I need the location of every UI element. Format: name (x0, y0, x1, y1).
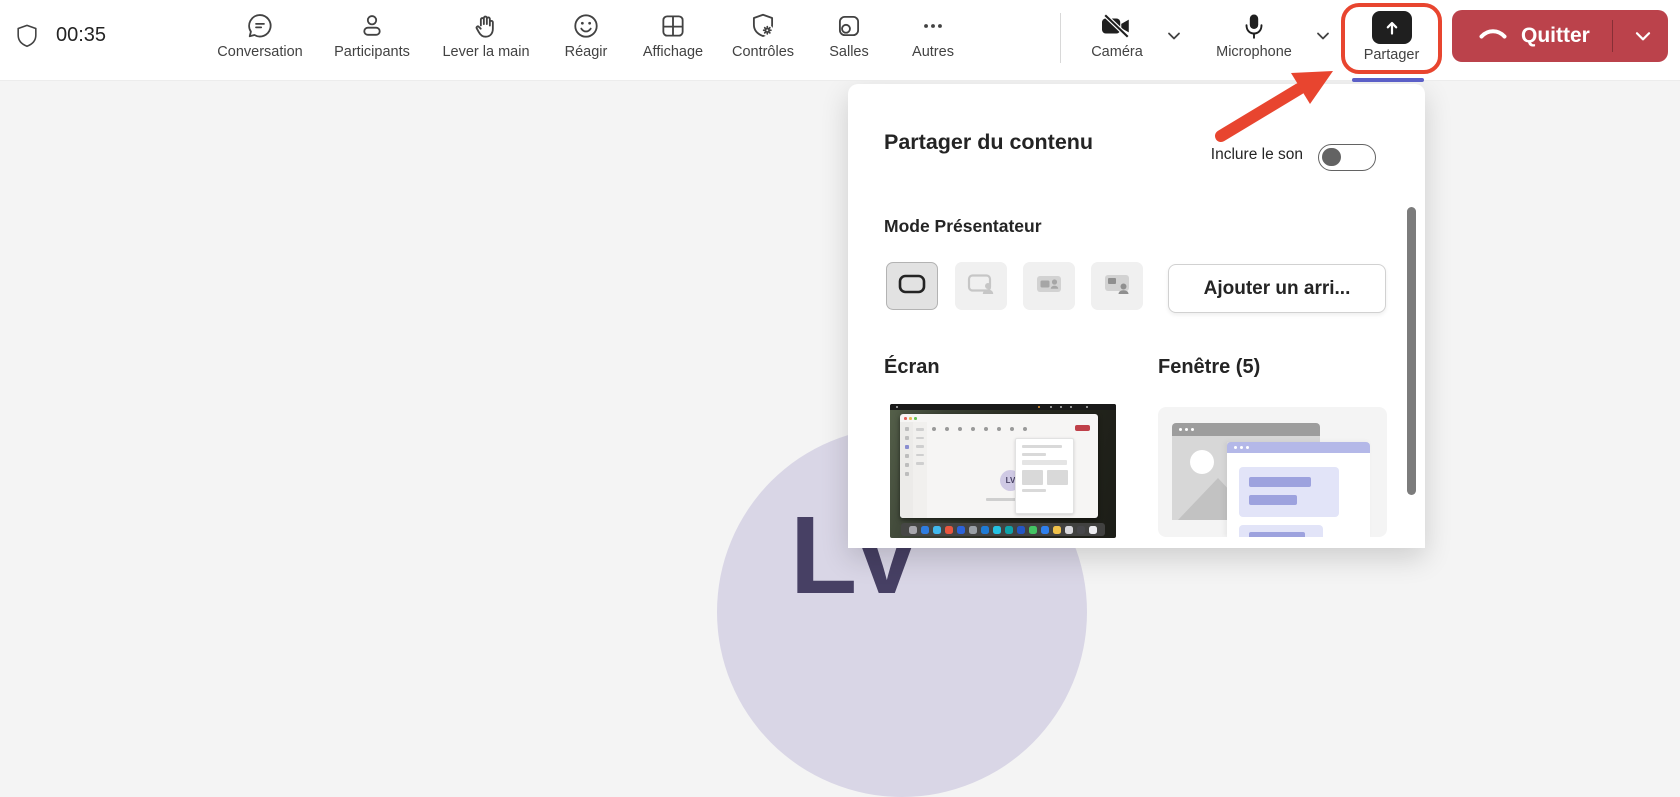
microphone-chevron-down-icon[interactable] (1313, 26, 1333, 51)
side-by-side-icon (1102, 272, 1132, 301)
toolbar-item-label: Autres (877, 44, 989, 60)
mini-notification-dot (1038, 406, 1040, 408)
leave-chevron-down-icon[interactable] (1632, 27, 1654, 50)
mini-menu-icon (1060, 406, 1062, 408)
mini-teams-window: LV (900, 414, 1098, 518)
presenter-mode-content-only[interactable] (886, 262, 938, 310)
dock (901, 523, 1105, 536)
dock-app-icon (969, 526, 977, 534)
dock-app-icon (909, 526, 917, 534)
window-share-thumbnail[interactable] (1158, 407, 1387, 537)
dock-app-icon (1053, 526, 1061, 534)
toggle-knob (1322, 148, 1341, 167)
raised-hand-icon (430, 9, 542, 43)
camera-chevron-down-icon[interactable] (1164, 26, 1184, 51)
mini-menu-icon (1050, 406, 1052, 408)
leave-label: Quitter (1521, 24, 1590, 48)
window-section-label: Fenêtre (5) (1158, 356, 1260, 379)
dock-app-icon (945, 526, 953, 534)
include-sound-toggle[interactable] (1318, 144, 1376, 171)
leave-divider (1612, 20, 1613, 52)
mini-quit-button (1075, 425, 1090, 431)
person-icon (316, 9, 428, 43)
presenter-mode-side-by-side[interactable] (1091, 262, 1143, 310)
content-only-icon (897, 272, 927, 301)
screen-share-thumbnail[interactable]: LV (890, 404, 1116, 538)
dock-app-icon (921, 526, 929, 534)
mini-app-rail (900, 422, 913, 518)
mini-close-dot (904, 417, 907, 420)
toolbar-item-participants[interactable]: Participants (316, 9, 428, 60)
share-highlight-annotation (1341, 3, 1442, 74)
share-content-panel: Partager du contenu Inclure le son Mode … (848, 84, 1425, 548)
more-dots-icon (877, 9, 989, 43)
toolbar-item-more[interactable]: Autres (877, 9, 989, 60)
share-active-underline (1352, 78, 1424, 82)
dock-app-icon (1017, 526, 1025, 534)
microphone-icon (1196, 9, 1312, 43)
add-background-button[interactable]: Ajouter un arri... (1168, 264, 1386, 313)
dock-app-icon (933, 526, 941, 534)
screen-section-label: Écran (884, 356, 940, 379)
mini-share-panel (1015, 438, 1074, 514)
dock-app-icon (981, 526, 989, 534)
chat-icon (204, 9, 316, 43)
presenter-mode-reporter[interactable] (1023, 262, 1075, 310)
dock-app-icon (993, 526, 1001, 534)
meeting-timer: 00:35 (56, 24, 106, 47)
microphone-button[interactable]: Microphone (1196, 9, 1312, 60)
leave-button[interactable]: Quitter (1452, 10, 1668, 62)
dock-app-icon (1029, 526, 1037, 534)
toolbar-item-label: Lever la main (430, 44, 542, 60)
panel-scrollbar[interactable] (1407, 207, 1416, 495)
mini-menu-icon (1070, 406, 1072, 408)
dock-app-icon (957, 526, 965, 534)
mini-minimize-dot (909, 417, 912, 420)
microphone-label: Microphone (1196, 44, 1312, 60)
dock-app-icon (1041, 526, 1049, 534)
dock-app-icon (1065, 526, 1073, 534)
mini-zoom-dot (914, 417, 917, 420)
mini-list-column (913, 422, 927, 518)
dock-app-icon (1005, 526, 1013, 534)
camera-label: Caméra (1061, 44, 1173, 60)
presenter-mode-standout[interactable] (955, 262, 1007, 310)
mini-clock (1086, 406, 1088, 408)
mini-menubar (890, 404, 1116, 410)
dock-app-icon (1077, 526, 1085, 534)
meeting-toolbar: 00:35 Conversation Participants Lever la… (0, 0, 1680, 81)
mini-apple-icon (896, 406, 898, 408)
toolbar-item-raise-hand[interactable]: Lever la main (430, 9, 542, 60)
toolbar-item-chat[interactable]: Conversation (204, 9, 316, 60)
toolbar-item-label: Participants (316, 44, 428, 60)
reporter-icon (1034, 272, 1064, 301)
camera-off-icon (1061, 9, 1173, 43)
hangup-icon (1478, 25, 1508, 48)
standout-icon (966, 272, 996, 301)
dock-app-icon (1089, 526, 1097, 534)
security-shield-icon (14, 22, 40, 57)
camera-button[interactable]: Caméra (1061, 9, 1173, 60)
toolbar-item-label: Conversation (204, 44, 316, 60)
front-window-illustration (1227, 442, 1370, 537)
panel-title: Partager du contenu (884, 130, 1093, 155)
mini-toolbar-icons (932, 426, 1072, 434)
presenter-mode-label: Mode Présentateur (884, 216, 1042, 237)
include-sound-label: Inclure le son (1090, 146, 1303, 164)
